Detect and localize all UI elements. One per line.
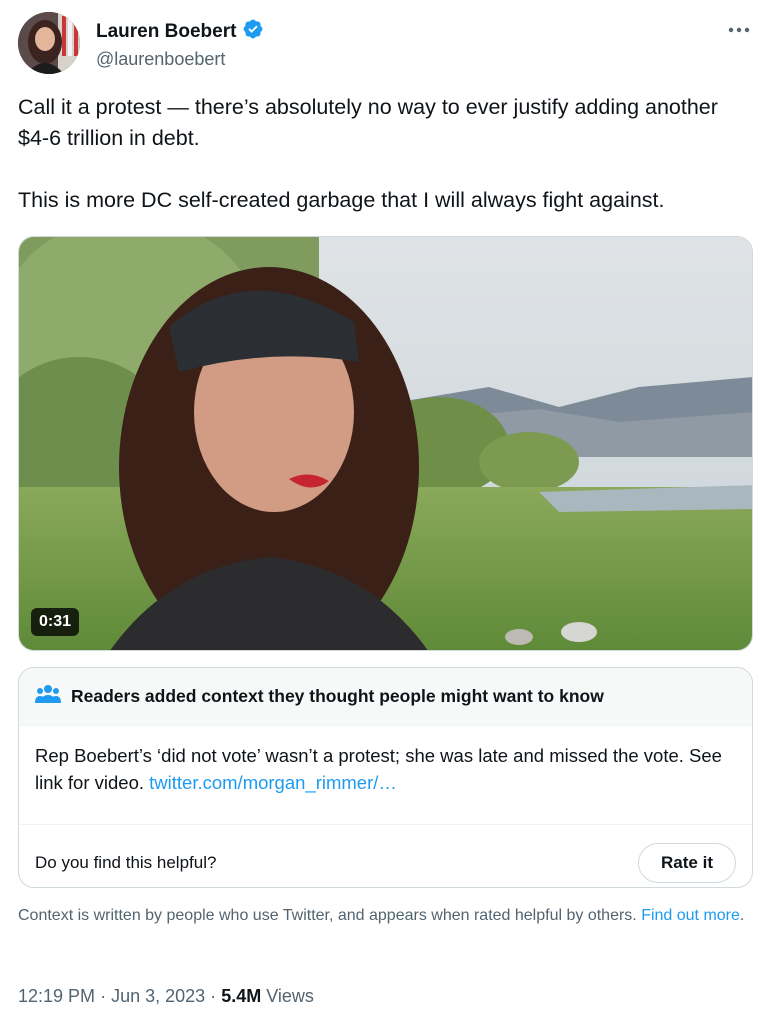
disclaimer-suffix: . bbox=[739, 907, 745, 924]
author-name[interactable]: Lauren Boebert bbox=[96, 21, 236, 43]
community-note-title: Readers added context they thought peopl… bbox=[71, 686, 604, 706]
verified-badge-icon bbox=[242, 18, 264, 45]
rate-it-button[interactable]: Rate it bbox=[638, 843, 736, 883]
community-note-link[interactable]: twitter.com/morgan_rimmer/… bbox=[149, 772, 397, 793]
video-duration: 0:31 bbox=[31, 608, 80, 636]
tweet-time[interactable]: 12:19 PM bbox=[18, 986, 95, 1006]
meta-separator: · bbox=[100, 986, 107, 1006]
video-thumbnail bbox=[19, 237, 752, 650]
tweet-date[interactable]: Jun 3, 2023 bbox=[111, 986, 205, 1006]
views-count: 5.4M bbox=[221, 986, 262, 1006]
video-player[interactable]: 0:31 bbox=[18, 236, 753, 651]
views-label: Views bbox=[266, 986, 314, 1006]
community-note-footer: Do you find this helpful? Rate it bbox=[19, 825, 752, 887]
meta-separator: · bbox=[210, 986, 217, 1006]
community-note: Readers added context they thought peopl… bbox=[18, 667, 753, 888]
disclaimer-text: Context is written by people who use Twi… bbox=[18, 907, 637, 924]
community-note-header: Readers added context they thought peopl… bbox=[19, 668, 752, 726]
tweet-paragraph-2: This is more DC self-created garbage tha… bbox=[18, 188, 665, 212]
find-out-more-link[interactable]: Find out more bbox=[641, 907, 740, 924]
helpful-question: Do you find this helpful? bbox=[35, 853, 217, 872]
more-options-icon[interactable] bbox=[724, 18, 754, 42]
tweet-paragraph-1: Call it a protest — there’s absolutely n… bbox=[18, 95, 718, 150]
tweet-header: Lauren Boebert @laurenboebert bbox=[18, 12, 758, 76]
context-disclaimer: Context is written by people who use Twi… bbox=[18, 905, 748, 927]
author-handle[interactable]: @laurenboebert bbox=[96, 49, 264, 70]
author-block: Lauren Boebert @laurenboebert bbox=[96, 18, 264, 70]
tweet-text: Call it a protest — there’s absolutely n… bbox=[18, 92, 748, 216]
people-icon bbox=[35, 684, 61, 709]
avatar[interactable] bbox=[18, 12, 80, 74]
community-note-body: Rep Boebert’s ‘did not vote’ wasn’t a pr… bbox=[19, 726, 752, 812]
tweet-meta: 12:19 PM · Jun 3, 2023 · 5.4M Views bbox=[18, 986, 314, 1007]
